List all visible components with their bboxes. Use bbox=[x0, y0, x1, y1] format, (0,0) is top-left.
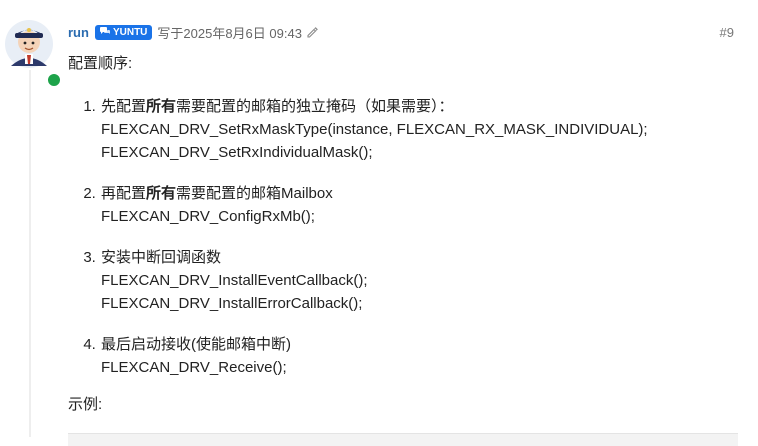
code-line: FLEXCAN_DRV_ConfigRxMb(); bbox=[101, 208, 315, 225]
username-link[interactable]: run bbox=[68, 25, 89, 40]
step-bold: 所有 bbox=[146, 185, 177, 202]
step-prefix: 安装中断回调函数 bbox=[101, 249, 222, 266]
step-prefix: 先配置 bbox=[101, 98, 147, 115]
avatar[interactable] bbox=[5, 20, 62, 88]
example-label: 示例: bbox=[68, 396, 103, 413]
code-block bbox=[68, 433, 738, 446]
user-avatar-icon bbox=[5, 20, 53, 68]
step-suffix: 需要配置的邮箱的独立掩码（如果需要）： bbox=[176, 98, 454, 115]
step-bold: 所有 bbox=[146, 98, 177, 115]
step-item: 最后启动接收(使能邮箱中断) FLEXCAN_DRV_Receive(); bbox=[100, 333, 738, 379]
post-date[interactable]: 写于2025年8月6日 09:43 bbox=[157, 23, 302, 42]
badge-label: YUNTU bbox=[112, 26, 148, 38]
user-badge[interactable]: YUNTU bbox=[94, 24, 153, 40]
thread-line bbox=[29, 70, 31, 437]
step-prefix: 最后启动接收(使能邮箱中断) bbox=[101, 336, 291, 353]
intro-text: 配置顺序: bbox=[68, 55, 133, 72]
step-prefix: 再配置 bbox=[101, 185, 147, 202]
step-item: 安装中断回调函数 FLEXCAN_DRV_InstallEventCallbac… bbox=[100, 246, 738, 315]
pencil-edit-icon[interactable] bbox=[306, 26, 318, 38]
post-number-link[interactable]: #9 bbox=[720, 25, 734, 40]
chat-bubbles-icon bbox=[99, 26, 110, 38]
code-line: FLEXCAN_DRV_InstallErrorCallback(); bbox=[101, 295, 363, 312]
code-line: FLEXCAN_DRV_SetRxIndividualMask(); bbox=[101, 144, 373, 161]
post-header: run YUNTU 写于2025年8月6日 09:43 #9 bbox=[68, 22, 734, 42]
online-status-dot bbox=[46, 72, 62, 88]
steps-list: 先配置所有需要配置的邮箱的独立掩码（如果需要）： FLEXCAN_DRV_Set… bbox=[68, 95, 738, 379]
step-suffix: 需要配置的邮箱Mailbox bbox=[176, 185, 333, 202]
step-item: 先配置所有需要配置的邮箱的独立掩码（如果需要）： FLEXCAN_DRV_Set… bbox=[100, 95, 738, 164]
code-line: FLEXCAN_DRV_SetRxMaskType(instance, FLEX… bbox=[101, 121, 648, 138]
post-content: 配置顺序: 先配置所有需要配置的邮箱的独立掩码（如果需要）： FLEXCAN_D… bbox=[68, 52, 738, 416]
code-line: FLEXCAN_DRV_InstallEventCallback(); bbox=[101, 272, 368, 289]
code-line: FLEXCAN_DRV_Receive(); bbox=[101, 359, 287, 376]
step-item: 再配置所有需要配置的邮箱Mailbox FLEXCAN_DRV_ConfigRx… bbox=[100, 182, 738, 228]
